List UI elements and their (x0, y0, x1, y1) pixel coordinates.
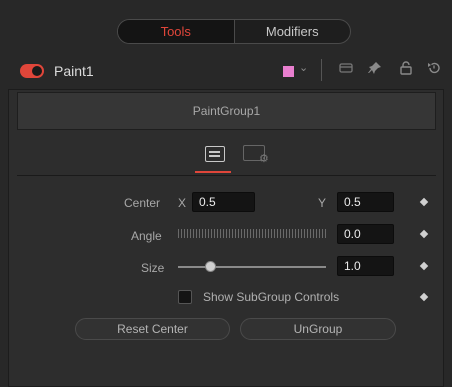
chevron-down-icon[interactable]: ⌄ (299, 61, 308, 74)
size-slider-handle[interactable] (205, 261, 217, 272)
group-name: PaintGroup1 (192, 104, 261, 118)
show-subgroup-checkbox[interactable] (178, 290, 192, 304)
center-x-label: X (178, 196, 187, 210)
view-icon[interactable] (337, 61, 355, 77)
center-label: Center (124, 196, 161, 210)
size-label: Size (141, 261, 165, 275)
pin-icon[interactable] (366, 61, 384, 78)
node-enable-toggle[interactable] (20, 64, 44, 78)
center-y-field[interactable]: 0.5 (337, 192, 394, 212)
size-field[interactable]: 1.0 (337, 256, 394, 276)
tab-tools[interactable]: Tools (118, 20, 234, 43)
active-tab-indicator (195, 171, 231, 173)
node-name: Paint1 (54, 63, 94, 79)
group-header[interactable]: PaintGroup1 (17, 92, 436, 130)
lock-icon[interactable] (397, 61, 415, 78)
center-y-label: Y (318, 196, 327, 210)
inspector-tab-row (17, 130, 436, 176)
size-slider-track[interactable] (178, 266, 326, 268)
reset-icon[interactable] (425, 61, 443, 78)
show-subgroup-label: Show SubGroup Controls (203, 290, 340, 304)
tools-modifiers-switch: Tools Modifiers (117, 19, 351, 44)
controls-icon[interactable] (205, 146, 225, 162)
tab-modifiers[interactable]: Modifiers (233, 20, 351, 43)
node-color-swatch[interactable] (283, 66, 294, 77)
reset-center-button[interactable]: Reset Center (75, 318, 230, 340)
angle-field[interactable]: 0.0 (337, 224, 394, 244)
gear-icon: ⚙ (259, 153, 269, 165)
center-x-field[interactable]: 0.5 (192, 192, 255, 212)
ungroup-button[interactable]: UnGroup (240, 318, 396, 340)
header-divider (321, 59, 322, 81)
angle-label: Angle (131, 229, 162, 243)
angle-thumbwheel[interactable] (178, 229, 326, 238)
